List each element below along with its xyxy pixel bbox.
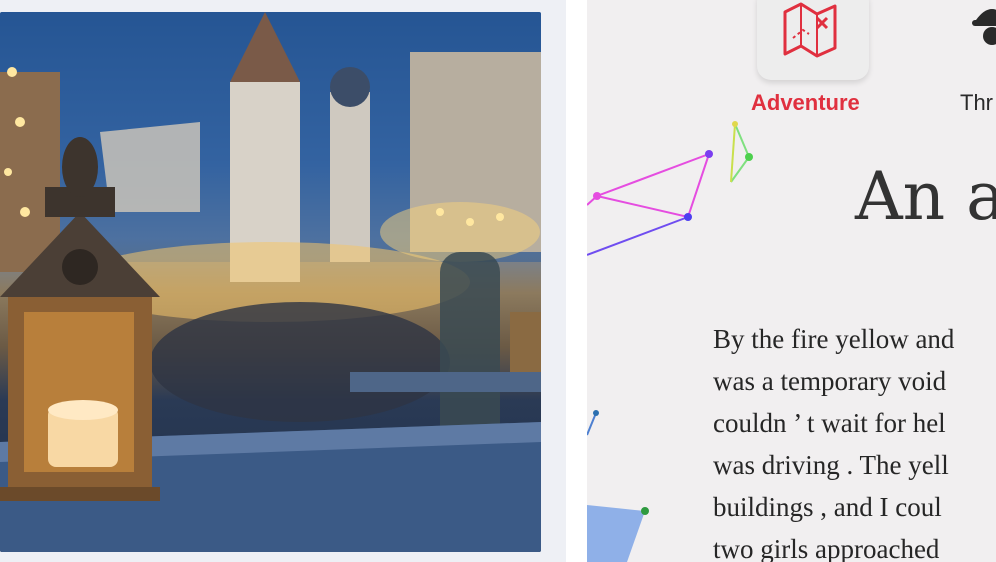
genre-thriller-label[interactable]: Thr bbox=[960, 90, 993, 116]
treasure-map-icon bbox=[783, 2, 837, 58]
genre-adventure-button[interactable] bbox=[757, 0, 869, 80]
story-line: By the fire yellow and bbox=[713, 324, 955, 354]
panel-divider bbox=[566, 0, 587, 562]
story-body: By the fire yellow and was a temporary v… bbox=[713, 318, 996, 562]
story-panel: Adventure Thr An ad By the fire yellow a… bbox=[587, 0, 996, 562]
story-title: An ad bbox=[855, 158, 996, 235]
genre-adventure-label[interactable]: Adventure bbox=[751, 90, 860, 116]
image-panel bbox=[0, 0, 566, 562]
story-line: couldn ’ t wait for hel bbox=[713, 408, 946, 438]
story-line: buildings , and I coul bbox=[713, 492, 942, 522]
spy-hat-icon[interactable] bbox=[972, 0, 996, 48]
story-line: was driving . The yell bbox=[713, 450, 949, 480]
story-line: was a temporary void bbox=[713, 366, 947, 396]
christmas-market-lantern-image bbox=[0, 12, 541, 552]
story-line: two girls approached bbox=[713, 534, 940, 562]
